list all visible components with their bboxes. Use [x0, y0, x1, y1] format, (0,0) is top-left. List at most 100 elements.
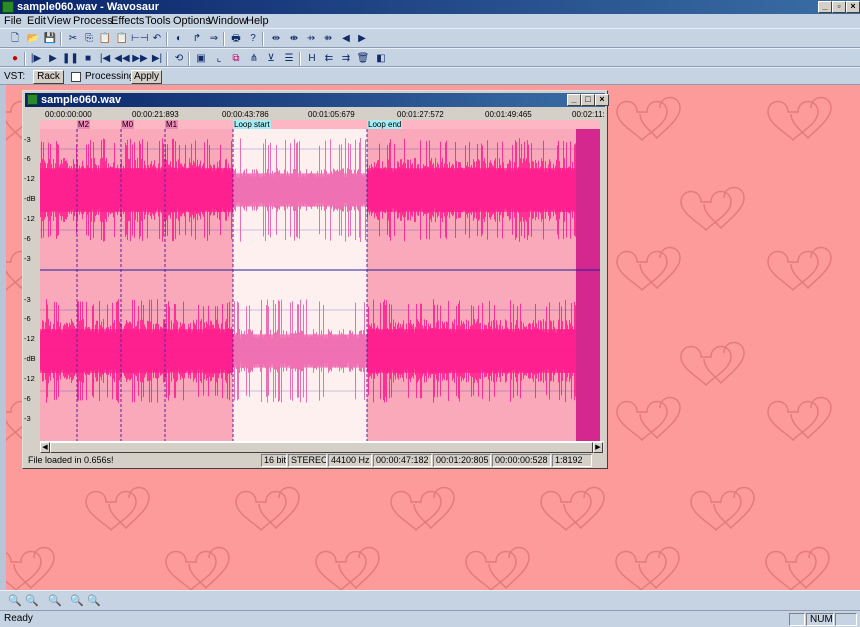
db-label: -12: [24, 174, 35, 183]
go-end-icon[interactable]: ▶|: [149, 52, 165, 66]
waveform-svg[interactable]: [40, 129, 600, 441]
close-button[interactable]: ×: [846, 1, 860, 13]
marker-icon[interactable]: ⇼: [286, 32, 302, 46]
zoom-out-icon[interactable]: 🔍: [25, 594, 39, 608]
horizontal-scrollbar[interactable]: ◀ ▶: [40, 441, 604, 453]
marker-bar[interactable]: M2 M0 M1 Loop start Loop end: [40, 120, 600, 129]
minimize-button[interactable]: _: [818, 1, 832, 13]
toolbar-separator: [188, 52, 190, 66]
loop-start-marker[interactable]: Loop start: [233, 120, 271, 129]
split-icon[interactable]: ⋔: [246, 52, 262, 66]
align-icon[interactable]: ⊻: [263, 52, 279, 66]
save-icon[interactable]: 💾: [42, 32, 58, 46]
zoom-toolbar: 🔍 🔍 🔍 🔍 🔍: [0, 590, 860, 610]
select-left-icon[interactable]: ▣: [193, 52, 209, 66]
cut-icon[interactable]: ✂: [65, 32, 81, 46]
marker-next-icon[interactable]: ⇉: [338, 52, 354, 66]
ruler-label: 00:01:27:572: [397, 110, 444, 119]
crop-icon[interactable]: ⧉: [228, 52, 244, 66]
marker-move-icon[interactable]: ⇸: [303, 32, 319, 46]
menu-help[interactable]: Help: [246, 15, 269, 27]
stop-icon[interactable]: ■: [80, 52, 96, 66]
wave-document-window[interactable]: sample060.wav _ □ × -3 -6 -12 -dB -12 -6…: [22, 90, 609, 469]
zoom-fit-icon[interactable]: 🔍: [48, 594, 62, 608]
menu-effects[interactable]: Effects: [111, 15, 144, 27]
app-icon: [2, 1, 14, 13]
waveform-view[interactable]: [40, 129, 600, 441]
delete-icon[interactable]: 🗑: [355, 52, 371, 66]
rewind-icon[interactable]: ◀◀: [114, 52, 130, 66]
nudge-left-icon[interactable]: ◀: [338, 32, 354, 46]
toolbar-separator: [166, 32, 168, 46]
scroll-thumb[interactable]: [50, 442, 593, 453]
play-from-start-icon[interactable]: |▶: [28, 52, 44, 66]
copy-icon[interactable]: ⎘: [81, 32, 97, 46]
loop-play-icon[interactable]: ⟲: [171, 52, 187, 66]
db-label: -6: [24, 234, 31, 243]
document-title-bar[interactable]: sample060.wav _ □ ×: [25, 93, 609, 107]
marker-m2[interactable]: M2: [77, 120, 91, 129]
menu-file[interactable]: File: [4, 15, 22, 27]
db-label: -6: [24, 314, 31, 323]
menu-edit[interactable]: Edit: [27, 15, 46, 27]
loop-icon[interactable]: ⇒: [206, 32, 222, 46]
menu-view[interactable]: View: [47, 15, 71, 27]
db-label: -dB: [24, 354, 36, 363]
new-icon[interactable]: 🗋: [7, 32, 23, 46]
db-label: -12: [24, 214, 35, 223]
view-icon[interactable]: ☰: [281, 52, 297, 66]
waveform-core: [40, 329, 233, 373]
trim-icon[interactable]: ⊢⊣: [131, 32, 148, 46]
open-icon[interactable]: 📂: [25, 32, 41, 46]
ruler-label: 00:00:00:000: [45, 110, 92, 119]
marker-split-icon[interactable]: ⇻: [320, 32, 336, 46]
vst-label: VST:: [4, 71, 26, 82]
redo-icon[interactable]: ↱: [189, 32, 205, 46]
marker-m1[interactable]: M1: [165, 120, 179, 129]
db-label: -3: [24, 414, 31, 423]
paste-icon[interactable]: 📋: [97, 32, 113, 46]
selection-length: 00:01:20:805: [433, 454, 491, 467]
normalize-icon[interactable]: ◐: [171, 32, 187, 46]
db-label: -12: [24, 374, 35, 383]
waveform-core: [40, 168, 233, 212]
time-ruler[interactable]: 00:00:00:000 00:00:21:893 00:00:43:786 0…: [40, 110, 605, 120]
restore-button[interactable]: ▫: [832, 1, 846, 13]
marker-prev-icon[interactable]: ⇇: [321, 52, 337, 66]
zoom-full-icon[interactable]: 🔍: [87, 594, 101, 608]
nudge-right-icon[interactable]: ▶: [354, 32, 370, 46]
menu-tools[interactable]: Tools: [145, 15, 171, 27]
select-right-icon[interactable]: ⌞: [211, 52, 227, 66]
play-icon[interactable]: ▶: [45, 52, 61, 66]
processing-checkbox[interactable]: [71, 72, 81, 82]
ruler-label: 00:01:05:679: [308, 110, 355, 119]
pause-icon[interactable]: ❚❚: [62, 52, 79, 66]
menu-options[interactable]: Options: [173, 15, 211, 27]
go-start-icon[interactable]: |◀: [97, 52, 113, 66]
marker-m0[interactable]: M0: [121, 120, 135, 129]
record-settings-icon[interactable]: ◧: [373, 52, 389, 66]
db-label: -dB: [24, 194, 36, 203]
rack-button[interactable]: Rack: [33, 70, 64, 84]
doc-minimize-button[interactable]: _: [567, 94, 581, 106]
print-icon[interactable]: 🖶: [228, 32, 244, 46]
scroll-right-button[interactable]: ▶: [593, 442, 603, 453]
help-icon[interactable]: ?: [245, 32, 261, 46]
ruler-label: 00:01:49:465: [485, 110, 532, 119]
expand-icon[interactable]: ⇹: [268, 32, 284, 46]
apply-button[interactable]: Apply: [131, 70, 162, 84]
marker-set-icon[interactable]: H: [304, 52, 320, 66]
zoom-selection-icon[interactable]: 🔍: [70, 594, 84, 608]
doc-close-button[interactable]: ×: [595, 94, 609, 106]
menu-window[interactable]: Window: [208, 15, 247, 27]
undo-icon[interactable]: ↶: [149, 32, 165, 46]
loop-end-marker[interactable]: Loop end: [367, 120, 403, 129]
fast-forward-icon[interactable]: ▶▶: [132, 52, 148, 66]
paste-special-icon[interactable]: 📋: [114, 32, 130, 46]
zoom-in-icon[interactable]: 🔍: [8, 594, 22, 608]
record-icon[interactable]: ●: [7, 52, 23, 66]
doc-maximize-button[interactable]: □: [581, 94, 595, 106]
scroll-left-button[interactable]: ◀: [40, 442, 50, 453]
menu-process[interactable]: Process: [73, 15, 113, 27]
db-label: -3: [24, 295, 31, 304]
